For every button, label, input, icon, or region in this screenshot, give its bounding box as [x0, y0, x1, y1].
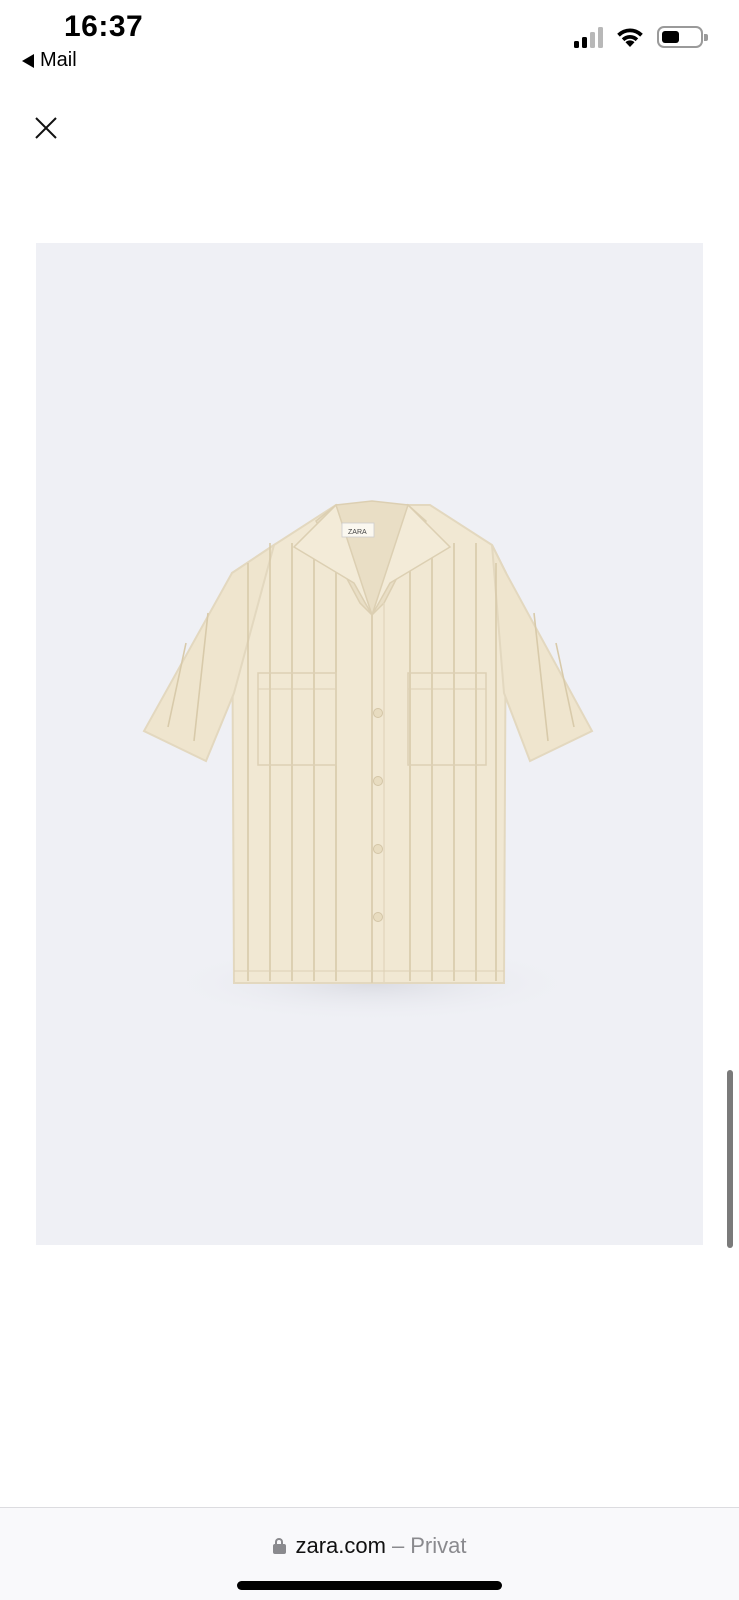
lock-icon — [272, 1538, 286, 1554]
url-separator: – — [391, 1533, 405, 1558]
status-time: 16:37 — [64, 10, 144, 43]
home-indicator[interactable] — [237, 1581, 502, 1590]
back-to-mail-button[interactable]: Mail — [22, 49, 77, 72]
cellular-signal-icon — [574, 26, 603, 48]
status-icons — [574, 26, 708, 48]
url-domain: zara.com — [295, 1533, 386, 1558]
scroll-indicator[interactable] — [727, 1070, 733, 1248]
url-display[interactable]: zara.com – Privat — [0, 1533, 739, 1559]
close-icon[interactable] — [30, 112, 62, 144]
shirt-label-text: ZARA — [348, 529, 367, 536]
back-app-label: Mail — [40, 49, 77, 71]
private-mode-label: Privat — [410, 1533, 467, 1558]
product-image[interactable]: ZARA — [36, 243, 703, 1245]
back-arrow-icon — [22, 53, 34, 68]
status-bar: 16:37 Mail — [0, 0, 739, 80]
url-bar[interactable]: zara.com – Privat — [0, 1507, 739, 1600]
battery-icon — [657, 26, 708, 48]
shirt-image: ZARA — [142, 500, 594, 1023]
wifi-icon — [617, 28, 643, 47]
